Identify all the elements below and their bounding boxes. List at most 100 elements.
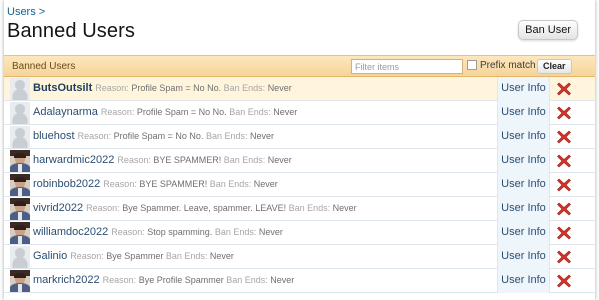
reason-value: Profile Spam = No No. <box>136 107 227 117</box>
user-info-cell: User Info <box>497 125 550 149</box>
default-avatar-icon[interactable] <box>10 246 30 268</box>
banned-users-list: ButsOutsilt Reason: Profile Spam = No No.… <box>4 77 595 293</box>
user-info-cell: User Info <box>497 149 550 173</box>
delete-x-icon[interactable] <box>556 129 572 145</box>
username-link[interactable]: Galinio <box>33 250 67 262</box>
table-row: harwardmic2022 Reason: BYE SPAMMER! Ban E… <box>4 149 595 173</box>
checkbox-icon[interactable] <box>467 60 477 70</box>
breadcrumb-link-users[interactable]: Users <box>7 6 36 18</box>
breadcrumb-separator: > <box>38 6 46 18</box>
avatar[interactable] <box>10 270 30 292</box>
table-row: markrich2022 Reason: Bye Profile Spammer … <box>4 269 595 293</box>
username-link[interactable]: robinbob2022 <box>33 178 100 190</box>
reason-label: Reason: <box>77 131 112 141</box>
table-row: williamdoc2022 Reason: Stop spamming. Ban… <box>4 221 595 245</box>
username-link[interactable]: williamdoc2022 <box>33 226 108 238</box>
reason-label: Reason: <box>86 203 120 213</box>
user-info-cell: User Info <box>497 245 550 269</box>
prefix-match-label: Prefix match <box>480 60 536 71</box>
ban-ends-label: Ban Ends: <box>229 107 271 117</box>
default-avatar-icon[interactable] <box>10 102 30 124</box>
reason-value: Bye Spammer. Leave, spammer. LEAVE! <box>122 203 287 213</box>
reason-label: Reason: <box>111 227 145 237</box>
user-info-link[interactable]: User Info <box>498 197 549 220</box>
username-link[interactable]: ButsOutsilt <box>33 82 92 94</box>
reason-value: Profile Spam = No No. <box>131 83 222 93</box>
user-info-link[interactable]: User Info <box>498 125 549 148</box>
reason-label: Reason: <box>103 179 137 189</box>
reason-value: Profile Spam = No No. <box>113 131 204 141</box>
user-info-link[interactable]: User Info <box>498 149 549 172</box>
username-link[interactable]: bluehost <box>33 130 75 142</box>
filter-input[interactable] <box>351 59 463 74</box>
username-link[interactable]: vivrid2022 <box>33 202 83 214</box>
ban-ends-value: Never <box>209 251 234 261</box>
table-row: robinbob2022 Reason: BYE SPAMMER! Ban End… <box>4 173 595 197</box>
user-info-link[interactable]: User Info <box>498 269 549 292</box>
reason-label: Reason: <box>100 107 135 117</box>
username-link[interactable]: Adalaynarma <box>33 106 98 118</box>
table-row: Adalaynarma Reason: Profile Spam = No No.… <box>4 101 595 125</box>
default-avatar-icon[interactable] <box>10 78 30 100</box>
page-container: Users > Banned Users Ban User Banned User… <box>4 0 595 300</box>
ban-ends-label: Ban Ends: <box>288 203 331 213</box>
avatar[interactable] <box>10 150 30 172</box>
row-details: williamdoc2022 Reason: Stop spamming. Ban… <box>33 225 283 239</box>
avatar[interactable] <box>10 198 30 220</box>
ban-ends-label: Ban Ends: <box>223 155 266 165</box>
reason-value: Stop spamming. <box>147 227 213 237</box>
user-info-link[interactable]: User Info <box>498 245 549 268</box>
row-details: Galinio Reason: Bye Spammer Ban Ends: Nev… <box>33 249 234 263</box>
user-info-cell: User Info <box>497 173 550 197</box>
user-info-cell: User Info <box>497 269 550 293</box>
ban-ends-value: Never <box>258 227 283 237</box>
table-row: ButsOutsilt Reason: Profile Spam = No No.… <box>4 77 595 101</box>
user-info-link[interactable]: User Info <box>498 221 549 244</box>
user-info-link[interactable]: User Info <box>498 101 549 124</box>
ban-ends-value: Never <box>270 275 295 285</box>
row-details: harwardmic2022 Reason: BYE SPAMMER! Ban E… <box>33 153 292 167</box>
row-details: ButsOutsilt Reason: Profile Spam = No No.… <box>33 81 292 95</box>
user-info-cell: User Info <box>497 101 550 125</box>
user-info-link[interactable]: User Info <box>498 173 549 196</box>
ban-ends-value: Never <box>267 155 292 165</box>
username-link[interactable]: markrich2022 <box>33 274 100 286</box>
clear-filter-button[interactable]: Clear <box>537 59 572 74</box>
toolbar-title: Banned Users <box>12 61 76 72</box>
user-info-link[interactable]: User Info <box>498 77 549 100</box>
ban-ends-label: Ban Ends: <box>205 131 248 141</box>
ban-user-button[interactable]: Ban User <box>518 20 578 40</box>
page-title: Banned Users <box>7 20 135 42</box>
ban-ends-value: Never <box>273 107 298 117</box>
row-details: bluehost Reason: Profile Spam = No No. Ba… <box>33 129 274 143</box>
breadcrumb: Users > <box>7 6 45 18</box>
reason-label: Reason: <box>95 83 129 93</box>
ban-ends-label: Ban Ends: <box>214 227 257 237</box>
avatar[interactable] <box>10 174 30 196</box>
ban-ends-label: Ban Ends: <box>223 83 266 93</box>
table-row: vivrid2022 Reason: Bye Spammer. Leave, sp… <box>4 197 595 221</box>
delete-x-icon[interactable] <box>556 273 572 289</box>
user-info-cell: User Info <box>497 77 550 101</box>
delete-x-icon[interactable] <box>556 225 572 241</box>
delete-x-icon[interactable] <box>556 201 572 217</box>
delete-x-icon[interactable] <box>556 105 572 121</box>
row-details: robinbob2022 Reason: BYE SPAMMER! Ban End… <box>33 177 278 191</box>
ban-ends-label: Ban Ends: <box>209 179 252 189</box>
row-details: markrich2022 Reason: Bye Profile Spammer … <box>33 273 294 287</box>
table-row: Galinio Reason: Bye Spammer Ban Ends: Nev… <box>4 245 595 269</box>
delete-x-icon[interactable] <box>556 81 572 97</box>
ban-ends-label: Ban Ends: <box>165 251 208 261</box>
row-details: Adalaynarma Reason: Profile Spam = No No.… <box>33 105 297 119</box>
delete-x-icon[interactable] <box>556 177 572 193</box>
default-avatar-icon[interactable] <box>10 126 30 148</box>
delete-x-icon[interactable] <box>556 153 572 169</box>
avatar[interactable] <box>10 222 30 244</box>
list-toolbar: Banned Users Prefix match Clear <box>4 55 595 77</box>
ban-ends-value: Never <box>332 203 357 213</box>
reason-value: BYE SPAMMER! <box>139 179 208 189</box>
ban-ends-value: Never <box>253 179 278 189</box>
ban-ends-value: Never <box>250 131 275 141</box>
username-link[interactable]: harwardmic2022 <box>33 154 114 166</box>
delete-x-icon[interactable] <box>556 249 572 265</box>
